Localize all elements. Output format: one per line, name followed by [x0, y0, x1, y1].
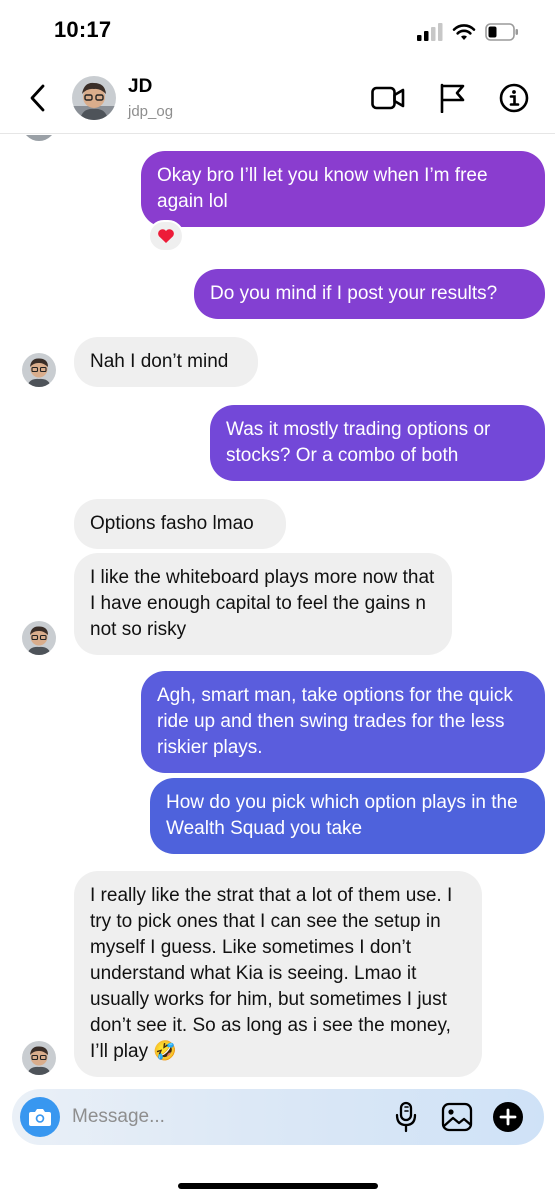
- cellular-signal-icon: [417, 23, 443, 41]
- message-bubble-outgoing[interactable]: Was it mostly trading options or stocks?…: [210, 405, 545, 481]
- image-icon: [441, 1102, 473, 1132]
- message-text: Nah I don’t mind: [90, 351, 229, 372]
- message-bubble-incoming[interactable]: I really like the strat that a lot of th…: [74, 871, 482, 1077]
- message-bubble-outgoing[interactable]: How do you pick which option plays in th…: [150, 778, 545, 854]
- message-bubble-incoming[interactable]: Nah I don’t mind: [74, 337, 258, 387]
- chat-header: JD jdp_og: [0, 62, 555, 134]
- message-text: Okay bro I’ll let you know when I’m free…: [157, 165, 488, 212]
- message-text: Agh, smart man, take options for the qui…: [157, 685, 513, 758]
- battery-icon: [485, 23, 518, 41]
- message-text: How do you pick which option plays in th…: [166, 792, 518, 839]
- message-text: Was it mostly trading options or stocks?…: [226, 419, 491, 466]
- contact-name[interactable]: JD: [128, 76, 152, 98]
- message-bubble-outgoing[interactable]: Agh, smart man, take options for the qui…: [141, 671, 545, 773]
- message-text: I really like the strat that a lot of th…: [90, 885, 453, 1062]
- camera-button[interactable]: [20, 1097, 60, 1137]
- contact-avatar-small[interactable]: [22, 1041, 56, 1075]
- message-input[interactable]: [72, 1103, 372, 1131]
- message-bubble-incoming[interactable]: Options fasho lmao: [74, 499, 286, 549]
- heart-icon: [158, 229, 174, 243]
- contact-avatar-small: [26, 135, 52, 141]
- video-call-button[interactable]: [370, 80, 406, 116]
- message-thread[interactable]: Okay bro I’ll let you know when I’m free…: [0, 135, 555, 1085]
- message-reaction[interactable]: [148, 220, 184, 252]
- message-text: Options fasho lmao: [90, 513, 254, 534]
- microphone-icon: [395, 1101, 417, 1133]
- message-bubble-outgoing[interactable]: Okay bro I’ll let you know when I’m free…: [141, 151, 545, 227]
- camera-icon: [29, 1109, 51, 1126]
- home-indicator[interactable]: [178, 1183, 378, 1189]
- status-time: 10:17: [54, 17, 112, 42]
- gallery-button[interactable]: [439, 1099, 475, 1135]
- status-bar: 10:17: [0, 0, 555, 62]
- message-bubble-outgoing[interactable]: Do you mind if I post your results?: [194, 269, 545, 319]
- wifi-icon: [452, 24, 476, 40]
- message-text: Do you mind if I post your results?: [210, 283, 498, 304]
- message-composer: [12, 1089, 544, 1145]
- info-button[interactable]: [496, 80, 532, 116]
- report-button[interactable]: [434, 80, 470, 116]
- video-camera-icon: [371, 86, 405, 110]
- back-button[interactable]: [22, 82, 52, 114]
- contact-avatar-small[interactable]: [22, 621, 56, 655]
- more-actions-button[interactable]: [490, 1099, 526, 1135]
- plus-circle-icon: [493, 1102, 523, 1132]
- contact-handle: jdp_og: [128, 103, 174, 120]
- flag-icon: [440, 83, 465, 113]
- contact-avatar-small[interactable]: [22, 353, 56, 387]
- status-icons: [417, 20, 519, 44]
- contact-avatar[interactable]: [72, 76, 116, 120]
- voice-message-button[interactable]: [388, 1099, 424, 1135]
- message-bubble-incoming[interactable]: I like the whiteboard plays more now tha…: [74, 553, 452, 655]
- chevron-left-icon: [30, 84, 45, 112]
- info-icon: [499, 83, 529, 113]
- message-text: I like the whiteboard plays more now tha…: [90, 567, 435, 640]
